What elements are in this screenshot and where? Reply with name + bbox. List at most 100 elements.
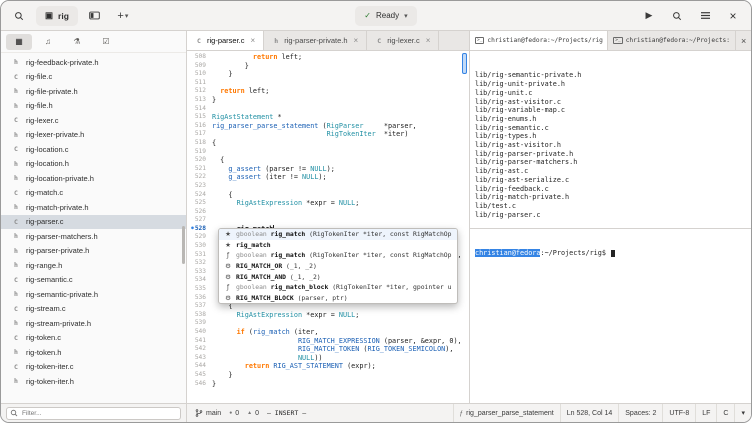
file-type-icon: h (14, 377, 18, 386)
completion-text: gboolean rig_match_block (RigTokenIter *… (236, 283, 452, 292)
file-item[interactable]: h rig-parser-matchers.h (1, 229, 186, 244)
file-item[interactable]: Crig-token-iter.c (1, 360, 186, 375)
completion-item[interactable]: ⚙ RIG_MATCH_AND (_1, _2) (219, 271, 457, 282)
file-item[interactable]: Crig-stream.c (1, 302, 186, 317)
branch-indicator[interactable]: main (195, 409, 221, 417)
panel-close-button[interactable]: × (736, 31, 751, 50)
tab-close-icon[interactable]: × (354, 36, 359, 45)
file-item[interactable]: h rig-location.h (1, 157, 186, 172)
file-item[interactable]: h rig-file-private.h (1, 84, 186, 99)
code-line: 539 (187, 319, 469, 328)
new-tab-button[interactable]: + ▾ (112, 6, 134, 26)
code-line: 527 (187, 216, 469, 225)
project-menu-button[interactable]: ▣ rig (36, 5, 78, 26)
line-number: 529 (194, 233, 206, 241)
completion-item[interactable]: ⚙ RIG_MATCH_BLOCK (parser, ptr) (219, 293, 457, 304)
terminal-tab[interactable]: >_christian@fedora:~/Projects:× (608, 31, 737, 50)
tab-close-icon[interactable]: × (426, 36, 431, 45)
terminal-line: lib/rig-ast-visitor.h (475, 141, 561, 150)
terminal-line: lib/rig-types.h (475, 132, 537, 141)
editor-tab[interactable]: Crig-lexer.c × (367, 31, 440, 50)
error-dot-icon: ● (229, 410, 233, 416)
file-item[interactable]: h rig-token.h (1, 345, 186, 360)
global-search-button[interactable] (8, 6, 30, 26)
editor-scrollbar-thumb[interactable] (462, 53, 467, 74)
file-item[interactable]: Crig-location.c (1, 142, 186, 157)
search-button[interactable] (666, 6, 688, 26)
eol-setting[interactable]: LF (695, 404, 716, 422)
file-item[interactable]: h rig-location-private.h (1, 171, 186, 186)
terminal-tab[interactable]: >_christian@fedora:~/Projects/rig× (470, 31, 609, 50)
language-setting[interactable]: C (716, 404, 734, 422)
file-item[interactable]: h rig-lexer-private.h (1, 128, 186, 143)
completion-item[interactable]: ★ gboolean rig_match (RigTokenIter *iter,… (219, 229, 457, 240)
window-close-button[interactable]: × (722, 6, 744, 26)
line-number: 536 (194, 293, 206, 301)
code-line: 513} (187, 96, 469, 105)
file-item[interactable]: h rig-token-iter.h (1, 374, 186, 389)
cursor-position[interactable]: Ln 528, Col 14 (559, 404, 619, 422)
file-item[interactable]: Crig-semantic.c (1, 273, 186, 288)
completion-item[interactable]: ƒ gboolean rig_match_block (RigTokenIter … (219, 282, 457, 293)
code-line: 521 g_assert (parser != NULL); (187, 165, 469, 174)
file-item[interactable]: Crig-token.c (1, 331, 186, 346)
terminal-bottom[interactable]: christian@fedora:~/Projects/rig$ (470, 229, 751, 403)
file-item[interactable]: Crig-parser.c (1, 214, 186, 229)
code-text: if (rig_match (iter, (236, 328, 319, 336)
file-name: rig-match.c (26, 188, 64, 198)
tests-icon[interactable]: ⚗ (64, 34, 90, 50)
code-text: } (212, 379, 217, 388)
completion-item[interactable]: ★ rig_match (219, 240, 457, 251)
search-icon (15, 11, 24, 20)
sidebar-scrollbar[interactable] (182, 226, 185, 264)
editor-pane: Crig-parser.c × h rig-parser-private.h × Crig… (187, 31, 469, 403)
run-button[interactable]: ▶ (638, 6, 660, 26)
error-count[interactable]: ● 0 (229, 410, 239, 417)
editor-tab[interactable]: Crig-parser.c × (187, 31, 265, 50)
file-name: rig-range.h (26, 260, 63, 270)
terminal-line: lib/rig-match-private.h (475, 193, 570, 202)
code-area[interactable]: 508 return left; 509 } 510 } 511 512 return … (187, 51, 469, 403)
file-item[interactable]: Crig-lexer.c (1, 113, 186, 128)
encoding-setting[interactable]: UTF-8 (662, 404, 695, 422)
file-type-icon: h (14, 58, 18, 67)
code-line: 518 { (187, 139, 469, 148)
tab-close-icon[interactable]: × (251, 36, 256, 45)
completion-item[interactable]: ⚙ RIG_MATCH_OR (_1, _2) (219, 261, 457, 272)
terminal-top[interactable]: lib/rig-semantic-private.h lib/rig-unit-p… (470, 51, 751, 229)
code-line: 545 } (187, 371, 469, 380)
file-item[interactable]: Crig-file.c (1, 70, 186, 85)
file-item[interactable]: h rig-stream-private.h (1, 316, 186, 331)
file-item[interactable]: h rig-range.h (1, 258, 186, 273)
build-status-button[interactable]: ✓ Ready ▾ (355, 5, 417, 26)
code-line: 522 g_assert (iter != NULL); (187, 173, 469, 182)
file-type-icon: C (197, 36, 201, 45)
file-item[interactable]: h rig-feedback-private.h (1, 55, 186, 70)
code-text: } (212, 370, 233, 379)
panel-toggle-button[interactable] (84, 6, 106, 26)
check-icon: ✓ (364, 11, 371, 20)
indentation-setting[interactable]: Spaces: 2 (618, 404, 662, 422)
main-menu-button[interactable] (694, 6, 716, 26)
current-symbol[interactable]: ƒ rig_parser_parse_statement (452, 404, 560, 422)
completion-item[interactable]: ƒ gboolean rig_match (RigTokenIter *iter,… (219, 250, 457, 261)
file-name: rig-token.c (26, 333, 62, 343)
file-type-icon: C (377, 36, 382, 45)
file-item[interactable]: h rig-semantic-private.h (1, 287, 186, 302)
file-type-icon: C (14, 72, 18, 81)
editor-tab[interactable]: h rig-parser-private.h × (264, 31, 368, 50)
search-icon (10, 409, 18, 417)
symbols-icon[interactable]: ♫ (35, 34, 61, 50)
filter-input[interactable] (6, 406, 181, 420)
todo-icon[interactable]: ☑ (93, 34, 119, 50)
status-chevron-icon[interactable]: ▾ (734, 404, 751, 422)
file-item[interactable]: h rig-parser-private.h (1, 244, 186, 259)
file-name: rig-parser-private.h (26, 246, 90, 256)
file-item[interactable]: h rig-match-private.h (1, 200, 186, 215)
file-item[interactable]: Crig-match.c (1, 186, 186, 201)
project-tree-icon[interactable]: ▦ (6, 33, 32, 50)
file-item[interactable]: h rig-file.h (1, 99, 186, 114)
code-text: RIG_MATCH_TOKEN (RIG_TOKEN_SEMICOLON), (297, 345, 454, 354)
warning-count[interactable]: ▲ 0 (247, 410, 259, 417)
completion-text: RIG_MATCH_OR (_1, _2) (236, 262, 317, 271)
